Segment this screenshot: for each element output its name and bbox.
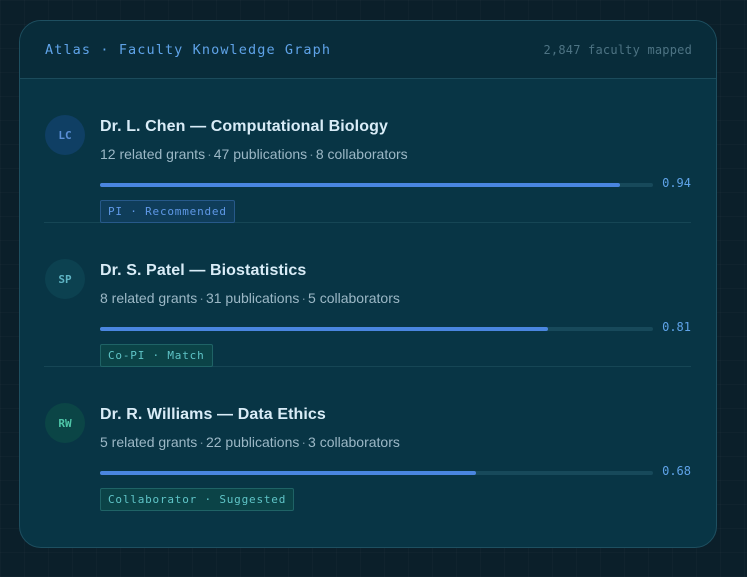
faculty-name[interactable]: Dr. L. Chen — Computational Biology [100, 118, 388, 136]
match-score-value: 0.68 [662, 464, 691, 478]
match-score-bar [100, 183, 653, 187]
faculty-name[interactable]: Dr. R. Williams — Data Ethics [100, 406, 326, 424]
avatar: RW [45, 403, 85, 443]
avatar-initials: RW [58, 416, 72, 430]
avatar-initials: LC [58, 128, 72, 142]
panel-header: Atlas · Faculty Knowledge Graph 2,847 fa… [20, 21, 716, 79]
faculty-list: LC Dr. L. Chen — Computational Biology 1… [20, 79, 716, 511]
faculty-stats: 8 related grants · 31 publications · 5 colla… [100, 290, 400, 306]
faculty-count: 2,847 faculty mapped [543, 42, 692, 57]
avatar-initials: SP [58, 272, 72, 286]
role-tag[interactable]: Co-PI · Match [100, 344, 213, 367]
stats-separator: · [199, 290, 204, 306]
match-score-bar [100, 471, 653, 475]
faculty-name[interactable]: Dr. S. Patel — Biostatistics [100, 262, 306, 280]
faculty-row-williams[interactable]: RW Dr. R. Williams — Data Ethics 5 relat… [44, 367, 691, 511]
faculty-graph-panel: Atlas · Faculty Knowledge Graph 2,847 fa… [19, 20, 717, 548]
match-score-value: 0.81 [662, 320, 691, 334]
faculty-row-patel[interactable]: SP Dr. S. Patel — Biostatistics 8 relate… [44, 223, 691, 367]
stats-separator: · [199, 434, 204, 450]
collaborator-count: 5 collaborators [308, 290, 400, 306]
match-score-fill [100, 327, 548, 331]
role-tag[interactable]: PI · Recommended [100, 200, 235, 223]
faculty-stats: 12 related grants · 47 publications · 8 coll… [100, 146, 408, 162]
role-tag[interactable]: Collaborator · Suggested [100, 488, 295, 511]
collaborator-count: 3 collaborators [308, 434, 400, 450]
grant-count: 12 related grants [100, 146, 206, 162]
grant-count: 8 related grants [100, 290, 198, 306]
avatar: SP [45, 259, 85, 299]
faculty-stats: 5 related grants · 22 publications · 3 colla… [100, 434, 400, 450]
grant-count: 5 related grants [100, 434, 198, 450]
publication-count: 22 publications [205, 434, 300, 450]
stats-separator: · [309, 146, 314, 162]
publication-count: 47 publications [213, 146, 308, 162]
app-title: Atlas · Faculty Knowledge Graph [45, 41, 332, 58]
collaborator-count: 8 collaborators [315, 146, 408, 162]
publication-count: 31 publications [205, 290, 300, 306]
match-score-fill [100, 183, 620, 187]
faculty-row-chen[interactable]: LC Dr. L. Chen — Computational Biology 1… [44, 79, 691, 223]
match-score-fill [100, 471, 477, 475]
stats-separator: · [301, 434, 307, 450]
match-score-bar [100, 327, 653, 331]
stats-separator: · [207, 146, 212, 162]
avatar: LC [45, 115, 85, 155]
stats-separator: · [301, 290, 307, 306]
match-score-value: 0.94 [662, 176, 691, 190]
